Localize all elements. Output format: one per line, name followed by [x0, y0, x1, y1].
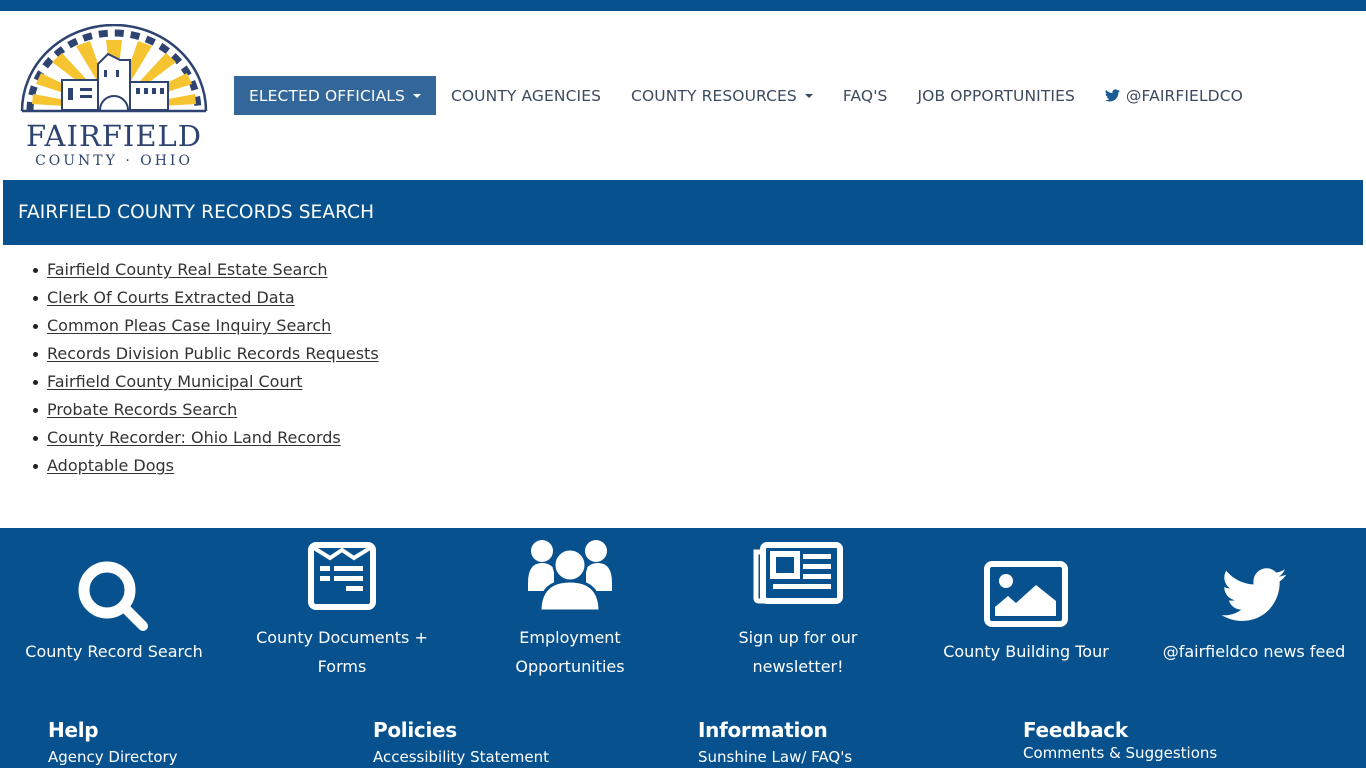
nav-label: @FAIRFIELDCO: [1125, 86, 1243, 105]
document-form-icon: [308, 542, 376, 610]
image-icon: [984, 561, 1068, 627]
footer-link-agency-directory[interactable]: Agency Directory: [48, 748, 178, 766]
tile-county-documents[interactable]: County Documents + Forms: [228, 528, 456, 698]
footer-heading: Information: [698, 718, 828, 742]
footer-link-comments[interactable]: Comments & Suggestions: [1023, 744, 1217, 762]
twitter-icon: [1104, 89, 1120, 102]
list-item: Common Pleas Case Inquiry Search: [33, 314, 379, 342]
list-item: Fairfield County Real Estate Search: [33, 258, 379, 286]
quick-links: County Record Search County Documents + …: [0, 528, 1366, 698]
nav-label: ELECTED OFFICIALS: [249, 86, 405, 105]
tile-label: County Documents +: [256, 628, 428, 647]
link-adoptable-dogs[interactable]: Adoptable Dogs: [47, 456, 174, 475]
caret-down-icon: [412, 93, 421, 98]
records-links-list: Fairfield County Real Estate Search Cler…: [33, 258, 379, 482]
footer-link-accessibility[interactable]: Accessibility Statement: [373, 748, 549, 766]
page-title: FAIRFIELD COUNTY RECORDS SEARCH: [18, 202, 375, 223]
list-item: Probate Records Search: [33, 398, 379, 426]
twitter-icon: [1221, 568, 1287, 621]
search-icon: [78, 561, 148, 631]
nav-label: COUNTY RESOURCES: [631, 86, 797, 105]
tile-label: Employment: [519, 628, 621, 647]
link-records-division[interactable]: Records Division Public Records Requests: [47, 344, 379, 363]
nav-job-opportunities[interactable]: JOB OPPORTUNITIES: [903, 76, 1090, 115]
tile-county-record-search[interactable]: County Record Search: [0, 528, 228, 698]
svg-text:COUNTY · OHIO: COUNTY · OHIO: [35, 153, 193, 169]
footer-heading: Policies: [373, 718, 457, 742]
nav-county-resources[interactable]: COUNTY RESOURCES: [616, 76, 828, 115]
link-municipal-court[interactable]: Fairfield County Municipal Court: [47, 372, 302, 391]
footer-link-sunshine-law[interactable]: Sunshine Law/ FAQ's: [698, 748, 852, 766]
nav-county-agencies[interactable]: COUNTY AGENCIES: [436, 76, 616, 115]
newspaper-icon: [753, 542, 843, 604]
footer-col-information: Information Sunshine Law/ FAQ's: [698, 718, 852, 766]
link-common-pleas[interactable]: Common Pleas Case Inquiry Search: [47, 316, 331, 335]
link-county-recorder[interactable]: County Recorder: Ohio Land Records: [47, 428, 341, 447]
logo-emblem-icon: FAIRFIELD COUNTY · OHIO: [20, 24, 208, 169]
footer-col-policies: Policies Accessibility Statement: [373, 718, 549, 766]
footer-col-help: Help Agency Directory: [48, 718, 178, 766]
link-clerk-of-courts[interactable]: Clerk Of Courts Extracted Data: [47, 288, 295, 307]
footer-heading: Feedback: [1023, 718, 1128, 742]
users-group-icon: [528, 540, 612, 613]
link-probate-records[interactable]: Probate Records Search: [47, 400, 237, 419]
tile-label: @fairfieldco news feed: [1162, 642, 1346, 661]
nav-twitter[interactable]: @FAIRFIELDCO: [1090, 76, 1258, 115]
nav-label: COUNTY AGENCIES: [450, 86, 602, 105]
tile-building-tour[interactable]: County Building Tour: [912, 528, 1140, 698]
tile-newsletter[interactable]: Sign up for our newsletter!: [684, 528, 912, 698]
list-item: Adoptable Dogs: [33, 454, 379, 482]
svg-text:FAIRFIELD: FAIRFIELD: [26, 119, 202, 153]
tile-label: Sign up for our: [738, 628, 858, 647]
top-accent-bar: [0, 0, 1366, 11]
tile-label: County Record Search: [25, 642, 203, 661]
tile-employment[interactable]: Employment Opportunities: [456, 528, 684, 698]
list-item: Fairfield County Municipal Court: [33, 370, 379, 398]
nav-faqs[interactable]: FAQ'S: [828, 76, 903, 115]
tile-label: Opportunities: [515, 657, 625, 676]
nav-elected-officials[interactable]: ELECTED OFFICIALS: [234, 76, 436, 115]
footer: County Record Search County Documents + …: [0, 528, 1366, 768]
footer-col-feedback: Feedback Comments & Suggestions: [1023, 718, 1217, 762]
page-title-band: FAIRFIELD COUNTY RECORDS SEARCH: [3, 180, 1363, 245]
link-real-estate-search[interactable]: Fairfield County Real Estate Search: [47, 260, 328, 279]
tile-label: Forms: [317, 657, 367, 676]
footer-heading: Help: [48, 718, 99, 742]
tile-twitter-feed[interactable]: @fairfieldco news feed: [1140, 528, 1366, 698]
fairfield-county-logo[interactable]: FAIRFIELD COUNTY · OHIO: [16, 24, 212, 170]
list-item: Clerk Of Courts Extracted Data: [33, 286, 379, 314]
tile-label: County Building Tour: [943, 642, 1109, 661]
tile-label: newsletter!: [752, 657, 844, 676]
main-navigation: ELECTED OFFICIALS COUNTY AGENCIES COUNTY…: [234, 76, 1258, 115]
list-item: Records Division Public Records Requests: [33, 342, 379, 370]
list-item: County Recorder: Ohio Land Records: [33, 426, 379, 454]
nav-label: JOB OPPORTUNITIES: [917, 86, 1075, 105]
caret-down-icon: [804, 93, 813, 98]
nav-label: FAQ'S: [842, 86, 888, 105]
